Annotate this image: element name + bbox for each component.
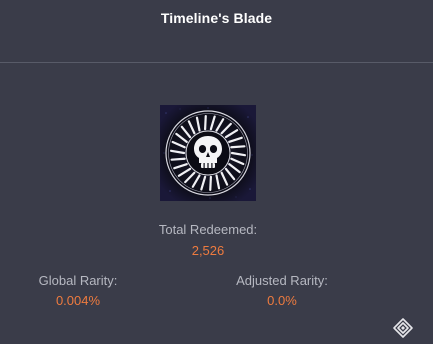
adjusted-rarity-value: 0.0%: [267, 293, 297, 308]
destiny-tracker-logo-icon[interactable]: [392, 317, 414, 339]
adjusted-rarity-label: Adjusted Rarity:: [236, 273, 328, 288]
total-redeemed-label: Total Redeemed:: [158, 222, 258, 237]
global-rarity-value: 0.004%: [55, 293, 101, 308]
emblem-blade: [204, 114, 207, 131]
header-divider: [0, 62, 433, 63]
emblem-blade: [209, 175, 212, 192]
skull-emblem-icon: [160, 105, 256, 201]
page-title: Timeline's Blade: [160, 10, 273, 26]
total-redeemed-value: 2,526: [191, 243, 225, 258]
emblem-blade: [230, 145, 246, 149]
global-rarity-label: Global Rarity:: [38, 273, 118, 288]
emblem-blade: [170, 157, 186, 161]
